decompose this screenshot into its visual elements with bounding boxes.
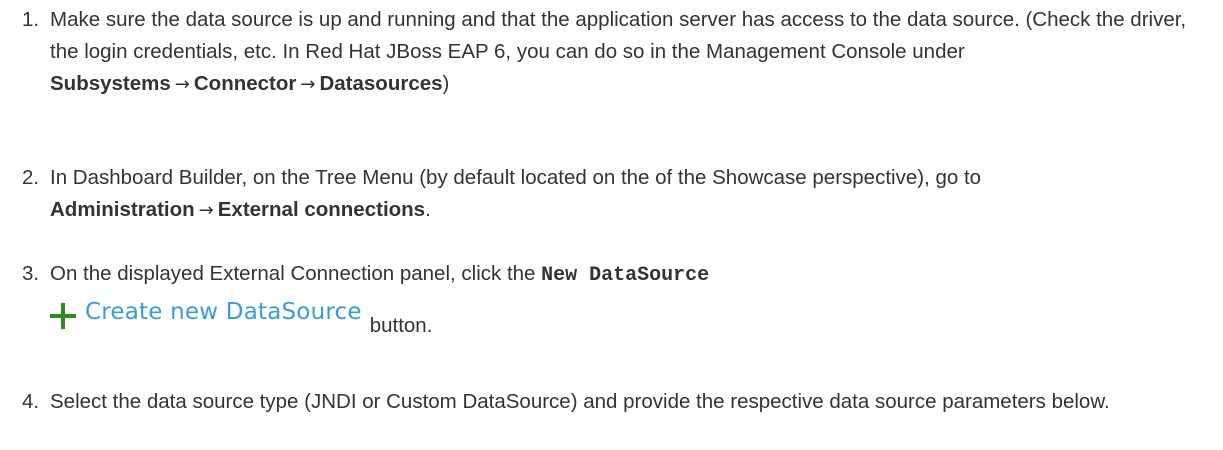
arrow-icon: → [198,200,214,221]
menu-path-connector: Connector [193,72,297,95]
step-number: 3. [22,262,40,285]
step-body: In Dashboard Builder, on the Tree Menu (… [50,162,1220,227]
step-text-end: ) [442,72,450,95]
step-number: 4. [22,390,40,413]
new-datasource-code: New DataSource [541,264,710,287]
menu-path-subsystems: Subsystems [50,72,171,95]
step-number: 2. [22,166,40,189]
step-number: 1. [22,8,40,31]
step-text-end: . [425,198,431,221]
step-text: Select the data source type (JNDI or Cus… [50,390,1110,413]
step-text: In Dashboard Builder, on the Tree Menu (… [50,166,982,189]
menu-path-datasources: Datasources [319,72,443,95]
step-text: On the displayed External Connection pan… [50,262,542,285]
step-body: Make sure the data source is up and runn… [50,4,1220,101]
document-page: 1. Make sure the data source is up and r… [0,0,1223,450]
step-body: On the displayed External Connection pan… [50,258,1220,337]
create-new-datasource-button[interactable]: Create new DataSource [50,296,362,329]
arrow-icon: → [300,74,316,95]
plus-icon [50,303,76,329]
step-body: Select the data source type (JNDI or Cus… [50,386,1220,418]
arrow-icon: → [174,74,190,95]
menu-path-administration: Administration [50,198,195,221]
step-text: Make sure the data source is up and runn… [50,8,1187,63]
menu-path-external-connections: External connections [217,198,426,221]
step-text-end: button. [369,314,433,337]
create-new-datasource-label: Create new DataSource [85,299,362,325]
